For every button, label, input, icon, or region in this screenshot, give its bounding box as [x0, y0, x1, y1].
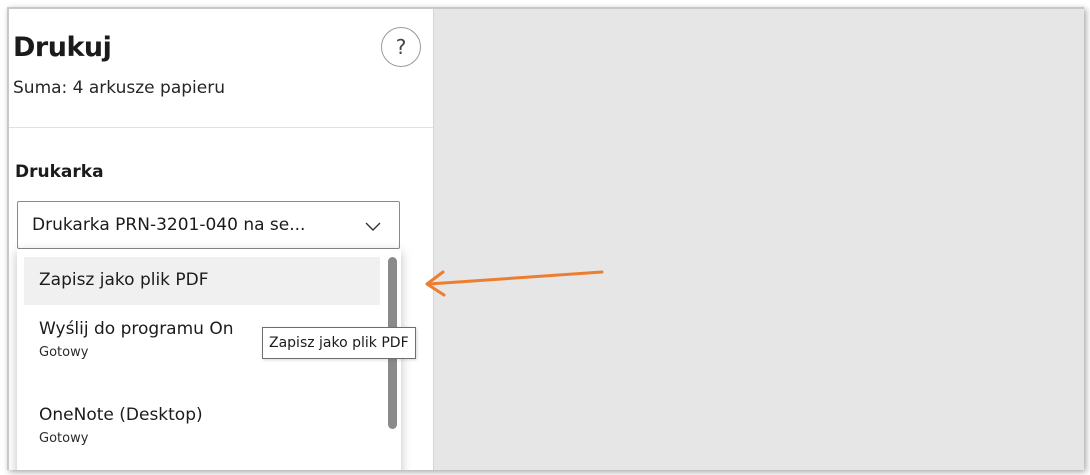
print-preview-area	[435, 9, 1084, 470]
print-window: Drukuj Suma: 4 arkusze papieru ? Drukark…	[7, 7, 1084, 470]
print-settings-panel: Drukuj Suma: 4 arkusze papieru ? Drukark…	[9, 9, 434, 470]
page-title: Drukuj	[13, 32, 112, 63]
question-mark-icon: ?	[395, 35, 407, 59]
divider	[9, 127, 433, 128]
printer-option-status: Gotowy	[39, 431, 89, 446]
help-button[interactable]: ?	[381, 27, 421, 67]
printer-section-label: Drukarka	[15, 162, 104, 182]
printer-option-save-pdf[interactable]: Zapisz jako plik PDF	[24, 257, 380, 305]
printer-option-onenote-desktop[interactable]: OneNote (Desktop) Gotowy	[24, 405, 380, 470]
chevron-down-icon	[365, 222, 381, 231]
tooltip: Zapisz jako plik PDF	[262, 327, 416, 359]
printer-select[interactable]: Drukarka PRN-3201-040 na se...	[17, 201, 400, 249]
sheet-count-summary: Suma: 4 arkusze papieru	[13, 78, 225, 98]
printer-option-name: Zapisz jako plik PDF	[39, 270, 209, 290]
printer-select-value: Drukarka PRN-3201-040 na se...	[32, 215, 306, 235]
annotation-arrow	[425, 270, 604, 297]
printer-dropdown-list: Zapisz jako plik PDF Wyślij do programu …	[17, 249, 401, 470]
printer-option-name: OneNote (Desktop)	[39, 405, 203, 425]
